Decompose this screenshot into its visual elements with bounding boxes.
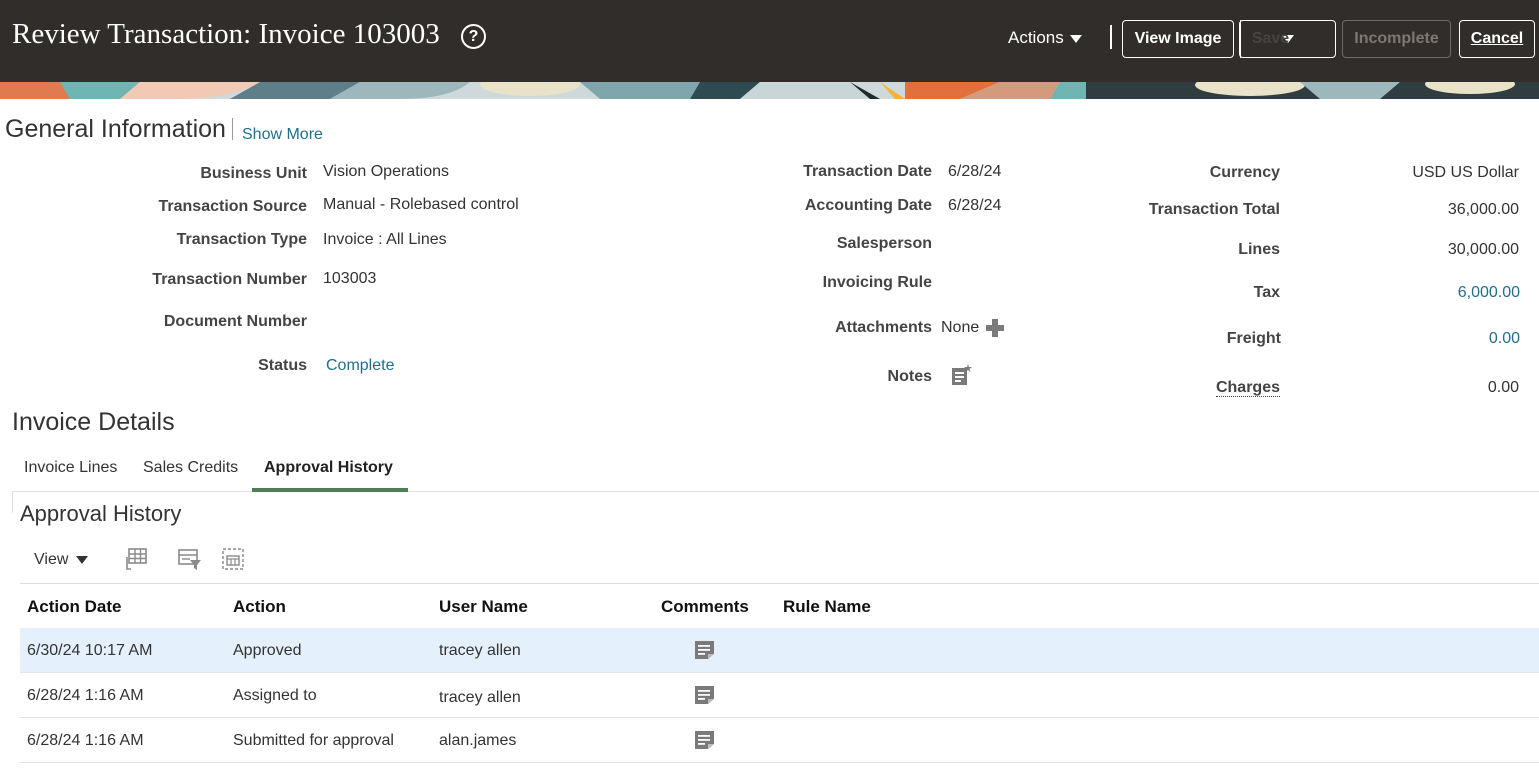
accounting-date-value: 6/28/24 <box>948 197 1002 214</box>
action-date-cell: 6/30/24 10:17 AM <box>27 642 153 659</box>
save-split-button: Save <box>1239 20 1336 58</box>
tabs-divider <box>12 491 1539 492</box>
column-header-rule-name[interactable]: Rule Name <box>783 597 871 617</box>
column-header-action[interactable]: Action <box>233 597 286 617</box>
view-menu-label: View <box>34 551 69 568</box>
transaction-number-value: 103003 <box>323 270 377 287</box>
caret-down-icon <box>1069 34 1082 43</box>
decorative-banner <box>0 82 1539 99</box>
page-header: Review Transaction: Invoice 103003 ? Act… <box>0 0 1539 82</box>
user-name-cell: tracey allen <box>439 689 521 706</box>
comment-icon[interactable] <box>694 640 715 660</box>
toolbar-separator <box>1110 25 1112 49</box>
accounting-date-label: Accounting Date <box>804 197 932 214</box>
column-header-comments[interactable]: Comments <box>661 597 749 617</box>
charges-label-wrap: Charges <box>1080 379 1280 397</box>
lines-value: 30,000.00 <box>1447 241 1519 258</box>
action-cell: Approved <box>233 642 302 659</box>
save-button[interactable]: Save <box>1240 30 1301 48</box>
view-image-button[interactable]: View Image <box>1122 20 1234 58</box>
tab-invoice-lines[interactable]: Invoice Lines <box>24 459 117 477</box>
show-more-link[interactable]: Show More <box>242 126 323 144</box>
table-row[interactable]: 6/28/24 1:16 AM Assigned to tracey allen <box>20 673 1539 718</box>
column-header-user-name[interactable]: User Name <box>439 597 528 617</box>
table-row[interactable]: 6/28/24 1:16 AM Submitted for approval a… <box>20 718 1539 763</box>
transaction-number-label: Transaction Number <box>152 271 307 288</box>
transaction-type-value: Invoice : All Lines <box>323 231 447 248</box>
general-information-heading: General Information <box>5 115 226 143</box>
banner-artwork <box>0 82 1539 99</box>
incomplete-button[interactable]: Incomplete <box>1342 20 1451 58</box>
query-by-example-icon[interactable] <box>178 547 202 571</box>
transaction-type-label: Transaction Type <box>176 231 307 248</box>
tab-approval-history[interactable]: Approval History <box>264 459 393 477</box>
status-label: Status <box>258 357 307 374</box>
column-header-action-date[interactable]: Action Date <box>27 597 121 617</box>
charges-value: 0.00 <box>1487 379 1519 396</box>
notes-icon[interactable] <box>951 364 973 386</box>
freeze-columns-icon[interactable] <box>124 547 148 571</box>
user-name-cell: tracey allen <box>439 642 521 659</box>
invoice-details-heading: Invoice Details <box>12 408 175 436</box>
transaction-source-label: Transaction Source <box>158 198 308 215</box>
action-date-cell: 6/28/24 1:16 AM <box>27 687 144 704</box>
business-unit-label: Business Unit <box>200 165 307 182</box>
heading-separator <box>232 118 233 140</box>
user-name-cell: alan.james <box>439 732 517 749</box>
actions-menu[interactable]: Actions <box>1008 28 1082 48</box>
business-unit-value: Vision Operations <box>323 163 449 180</box>
panel-border <box>12 491 13 513</box>
freight-value-link[interactable]: 0.00 <box>1340 330 1520 348</box>
freight-label: Freight <box>1226 330 1281 347</box>
charges-label: Charges <box>1215 379 1280 397</box>
comment-icon[interactable] <box>694 730 715 750</box>
document-number-label: Document Number <box>163 313 307 330</box>
active-tab-indicator <box>252 488 408 492</box>
view-menu[interactable]: View <box>34 551 89 569</box>
page-title: Review Transaction: Invoice 103003 <box>12 18 440 50</box>
notes-label: Notes <box>887 368 932 385</box>
salesperson-label: Salesperson <box>836 235 932 252</box>
comment-icon[interactable] <box>694 685 715 705</box>
currency-value: USD US Dollar <box>1412 164 1519 181</box>
transaction-date-label: Transaction Date <box>803 163 932 180</box>
approval-history-heading: Approval History <box>20 501 182 526</box>
action-cell: Assigned to <box>233 687 317 704</box>
transaction-total-value: 36,000.00 <box>1447 201 1519 218</box>
table-top-border <box>20 583 1539 584</box>
transaction-total-label: Transaction Total <box>1148 201 1280 218</box>
status-value-link[interactable]: Complete <box>326 357 394 375</box>
action-cell: Submitted for approval <box>233 732 394 749</box>
currency-label: Currency <box>1209 164 1280 181</box>
detach-icon[interactable] <box>221 547 245 571</box>
help-icon[interactable]: ? <box>461 24 486 49</box>
table-row[interactable]: 6/30/24 10:17 AM Approved tracey allen <box>20 628 1539 673</box>
actions-menu-label: Actions <box>1008 28 1064 47</box>
add-attachment-icon[interactable] <box>985 318 1005 338</box>
attachments-label: Attachments <box>835 319 932 336</box>
transaction-date-value: 6/28/24 <box>948 163 1002 180</box>
action-date-cell: 6/28/24 1:16 AM <box>27 732 144 749</box>
cancel-button[interactable]: Cancel <box>1459 20 1535 58</box>
tax-label: Tax <box>1253 284 1280 301</box>
transaction-source-value: Manual - Rolebased control <box>323 196 519 213</box>
tab-sales-credits[interactable]: Sales Credits <box>143 459 238 477</box>
tax-value-link[interactable]: 6,000.00 <box>1340 284 1520 302</box>
caret-down-icon <box>76 555 89 564</box>
lines-label: Lines <box>1238 241 1280 258</box>
attachments-value: None <box>941 319 980 336</box>
invoicing-rule-label: Invoicing Rule <box>822 274 932 291</box>
